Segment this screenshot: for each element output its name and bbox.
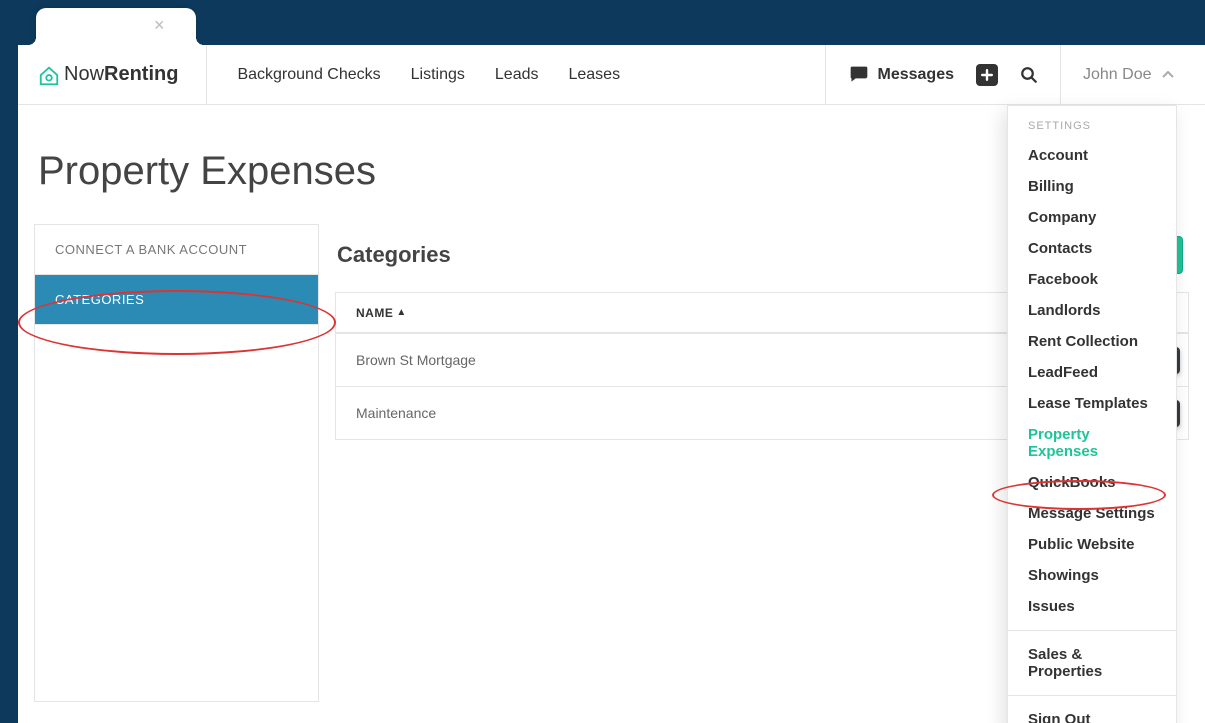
chevron-up-icon <box>1162 71 1174 79</box>
browser-frame: × NowRenting Background Checks Listing <box>18 0 1205 723</box>
menu-rent-collection[interactable]: Rent Collection <box>1008 326 1176 357</box>
sidebar-item-categories[interactable]: CATEGORIES <box>35 275 318 325</box>
user-menu-toggle[interactable]: John Doe <box>1060 45 1205 104</box>
browser-tab[interactable]: × <box>36 8 196 45</box>
nav-leads[interactable]: Leads <box>495 66 539 84</box>
logo-area[interactable]: NowRenting <box>18 45 207 104</box>
settings-sidebar: CONNECT A BANK ACCOUNT CATEGORIES <box>34 224 319 702</box>
nav-leases[interactable]: Leases <box>568 66 620 84</box>
menu-section-label: SETTINGS <box>1008 106 1176 140</box>
menu-account[interactable]: Account <box>1008 140 1176 171</box>
menu-issues[interactable]: Issues <box>1008 591 1176 622</box>
tab-close-icon[interactable]: × <box>154 20 166 32</box>
menu-company[interactable]: Company <box>1008 202 1176 233</box>
menu-divider <box>1008 630 1176 631</box>
menu-billing[interactable]: Billing <box>1008 171 1176 202</box>
messages-button[interactable]: Messages <box>848 65 955 85</box>
menu-sign-out[interactable]: Sign Out <box>1008 704 1176 723</box>
menu-showings[interactable]: Showings <box>1008 560 1176 591</box>
panel-title: Categories <box>337 242 451 268</box>
user-name: John Doe <box>1083 66 1152 84</box>
user-dropdown-menu: SETTINGS Account Billing Company Contact… <box>1007 105 1177 723</box>
message-icon <box>848 65 870 85</box>
category-name: Maintenance <box>356 405 436 421</box>
sidebar-item-connect-bank[interactable]: CONNECT A BANK ACCOUNT <box>35 225 318 275</box>
menu-divider <box>1008 695 1176 696</box>
menu-lease-templates[interactable]: Lease Templates <box>1008 388 1176 419</box>
add-new-button[interactable] <box>976 64 998 86</box>
menu-public-website[interactable]: Public Website <box>1008 529 1176 560</box>
menu-contacts[interactable]: Contacts <box>1008 233 1176 264</box>
nav-links: Background Checks Listings Leads Leases <box>207 45 825 104</box>
nav-actions: Messages <box>826 45 1061 104</box>
browser-tab-bar: × <box>18 0 1205 45</box>
sort-ascending-icon: ▲ <box>396 307 406 318</box>
app-window: NowRenting Background Checks Listings Le… <box>18 45 1205 723</box>
search-button[interactable] <box>1020 66 1038 84</box>
nav-listings[interactable]: Listings <box>411 66 465 84</box>
menu-sales-properties[interactable]: Sales & Properties <box>1008 639 1176 687</box>
logo-text: NowRenting <box>64 63 178 86</box>
menu-message-settings[interactable]: Message Settings <box>1008 498 1176 529</box>
nav-background-checks[interactable]: Background Checks <box>237 66 380 84</box>
category-name: Brown St Mortgage <box>356 352 476 368</box>
menu-property-expenses[interactable]: Property Expenses <box>1008 419 1176 467</box>
menu-leadfeed[interactable]: LeadFeed <box>1008 357 1176 388</box>
menu-facebook[interactable]: Facebook <box>1008 264 1176 295</box>
menu-quickbooks[interactable]: QuickBooks <box>1008 467 1176 498</box>
top-nav: NowRenting Background Checks Listings Le… <box>18 45 1205 105</box>
messages-label: Messages <box>878 66 955 84</box>
menu-landlords[interactable]: Landlords <box>1008 295 1176 326</box>
logo-icon <box>38 65 58 85</box>
